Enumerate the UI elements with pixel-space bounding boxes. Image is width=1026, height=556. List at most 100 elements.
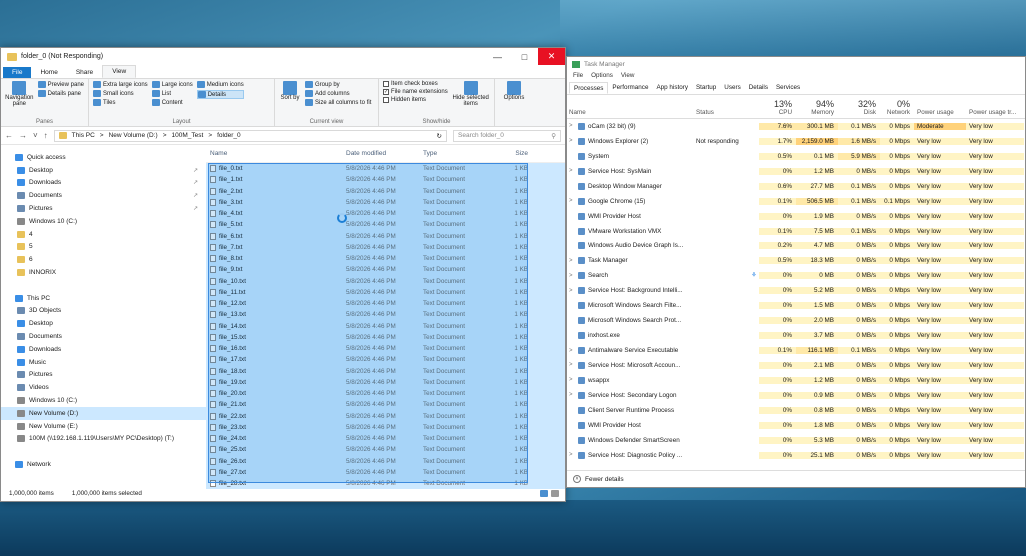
file-row[interactable]: file_1.txt 5/8/2026 4:46 PM Text Document 1… xyxy=(206,174,565,186)
process-row[interactable]: > Service Host: Secondary Logon 0% 0.9 MB 0 … xyxy=(567,388,1025,403)
process-row[interactable]: Microsoft Windows Search Prot... 0% 2.0 MB… xyxy=(567,313,1025,328)
process-row[interactable]: > oCam (32 bit) (9) 7.6% 300.1 MB 0.1 MB/s 0 … xyxy=(567,119,1025,134)
tab-startup[interactable]: Startup xyxy=(692,82,720,94)
process-row[interactable]: Desktop Window Manager 0.6% 27.7 MB 0.1 MB/… xyxy=(567,179,1025,194)
nav-item[interactable]: Documents xyxy=(1,330,206,343)
tab-services[interactable]: Services xyxy=(772,82,804,94)
up-arrow-icon[interactable]: ↑ xyxy=(44,131,48,140)
chevron-right-icon[interactable]: > xyxy=(569,377,575,383)
file-row[interactable]: file_18.txt 5/8/2026 4:46 PM Text Document… xyxy=(206,365,565,377)
hide-selected-button[interactable]: Hide selected items xyxy=(452,81,490,117)
item-checkboxes-toggle[interactable]: Item check boxes xyxy=(383,81,448,87)
column-network[interactable]: 0% Network xyxy=(880,99,914,118)
details-pane-button[interactable]: Details pane xyxy=(37,90,84,97)
nav-item[interactable]: Pictures xyxy=(1,369,206,382)
process-row[interactable]: > Antimalware Service Executable 0.1% 116.1… xyxy=(567,343,1025,358)
group-by-button[interactable]: Group by xyxy=(305,81,371,88)
address-bar[interactable]: This PC > New Volume (D:) > 100M_Test > fol… xyxy=(53,129,447,142)
process-row[interactable]: Microsoft Windows Search Filte... 0% 1.5 M… xyxy=(567,298,1025,313)
refresh-icon[interactable]: ↻ xyxy=(437,132,442,140)
breadcrumb-volume[interactable]: New Volume (D:) xyxy=(109,132,158,139)
nav-item[interactable]: Desktop xyxy=(1,317,206,330)
column-memory[interactable]: 94% Memory xyxy=(796,99,838,118)
chevron-right-icon[interactable]: > xyxy=(569,288,575,294)
nav-item[interactable]: 6 xyxy=(1,253,206,266)
size-all-columns-button[interactable]: Size all columns to fit xyxy=(305,99,371,106)
file-row[interactable]: file_23.txt 5/8/2026 4:46 PM Text Document… xyxy=(206,421,565,433)
process-row[interactable]: inxhost.exe 0% 3.7 MB 0 MB/s 0 Mbps Very low V… xyxy=(567,328,1025,343)
file-row[interactable]: file_27.txt 5/8/2026 4:46 PM Text Document… xyxy=(206,466,565,478)
chevron-right-icon[interactable]: > xyxy=(569,273,575,279)
process-row[interactable]: > Windows Explorer (2) Not responding 1.7% 2… xyxy=(567,134,1025,149)
breadcrumb-folder[interactable]: folder_0 xyxy=(217,132,241,139)
file-row[interactable]: file_6.txt 5/8/2026 4:46 PM Text Document 1… xyxy=(206,230,565,242)
file-row[interactable]: file_26.txt 5/8/2026 4:46 PM Text Document… xyxy=(206,455,565,467)
file-row[interactable]: file_2.txt 5/8/2026 4:46 PM Text Document 1… xyxy=(206,185,565,197)
sort-by-button[interactable]: Sort by xyxy=(279,81,301,117)
nav-item[interactable]: Music xyxy=(1,356,206,369)
recent-chevron-icon[interactable]: ˅ xyxy=(33,131,38,140)
file-row[interactable]: file_15.txt 5/8/2026 4:46 PM Text Document… xyxy=(206,331,565,343)
process-row[interactable]: VMware Workstation VMX 0.1% 7.5 MB 0.1 MB/s… xyxy=(567,224,1025,239)
file-row[interactable]: file_25.txt 5/8/2026 4:46 PM Text Document… xyxy=(206,444,565,456)
chevron-right-icon[interactable]: > xyxy=(569,138,575,144)
nav-item[interactable]: INNORIX xyxy=(1,266,206,279)
add-columns-button[interactable]: Add columns xyxy=(305,90,371,97)
file-row[interactable]: file_24.txt 5/8/2026 4:46 PM Text Document… xyxy=(206,433,565,445)
details-option[interactable]: Details xyxy=(196,90,244,99)
chevron-right-icon[interactable]: > xyxy=(569,452,575,458)
nav-item[interactable]: Network xyxy=(1,458,206,471)
chevron-right-icon[interactable]: > xyxy=(569,198,575,204)
nav-item[interactable]: 5 xyxy=(1,241,206,254)
fewer-details-link[interactable]: Fewer details xyxy=(585,476,624,483)
process-row[interactable]: WMI Provider Host 0% 1.8 MB 0 MB/s 0 Mbps Ver… xyxy=(567,418,1025,433)
nav-item[interactable]: 100M (\\192.168.1.119\Users\MY PC\Deskto… xyxy=(1,433,206,446)
column-name-header[interactable]: Name xyxy=(206,150,346,157)
nav-item[interactable]: Windows 10 (C:) xyxy=(1,215,206,228)
process-row[interactable]: WMI Provider Host 0% 1.9 MB 0 MB/s 0 Mbps Ver… xyxy=(567,209,1025,224)
file-row[interactable]: file_4.txt 5/8/2026 4:46 PM Text Document 1… xyxy=(206,208,565,220)
task-manager-title-bar[interactable]: Task Manager xyxy=(567,57,1025,72)
details-view-icon[interactable] xyxy=(540,490,548,497)
file-row[interactable]: file_20.txt 5/8/2026 4:46 PM Text Document… xyxy=(206,388,565,400)
tiles-option[interactable]: Tiles xyxy=(93,99,148,106)
column-cpu[interactable]: 13% CPU xyxy=(759,99,796,118)
hidden-items-toggle[interactable]: Hidden items xyxy=(383,97,448,103)
breadcrumb-this-pc[interactable]: This PC xyxy=(72,132,95,139)
file-row[interactable]: file_13.txt 5/8/2026 4:46 PM Text Document… xyxy=(206,309,565,321)
menu-options[interactable]: Options xyxy=(591,72,613,82)
file-row[interactable]: file_17.txt 5/8/2026 4:46 PM Text Document… xyxy=(206,354,565,366)
chevron-up-icon[interactable]: ˄ xyxy=(573,475,581,483)
close-button[interactable]: ✕ xyxy=(538,48,565,65)
breadcrumb-test[interactable]: 100M_Test xyxy=(172,132,204,139)
list-option[interactable]: List xyxy=(151,90,193,97)
options-button[interactable]: Options xyxy=(499,81,529,117)
process-row[interactable]: > Google Chrome (15) 0.1% 506.5 MB 0.1 MB/s 0… xyxy=(567,194,1025,209)
file-row[interactable]: file_22.txt 5/8/2026 4:46 PM Text Document… xyxy=(206,410,565,422)
file-row[interactable]: file_10.txt 5/8/2026 4:46 PM Text Document… xyxy=(206,275,565,287)
menu-view[interactable]: View xyxy=(621,72,635,82)
forward-arrow-icon[interactable]: → xyxy=(19,131,27,140)
tab-processes[interactable]: Processes xyxy=(569,82,609,94)
file-row[interactable]: file_14.txt 5/8/2026 4:46 PM Text Document… xyxy=(206,320,565,332)
tab-app-history[interactable]: App history xyxy=(652,82,692,94)
menu-file[interactable]: File xyxy=(573,72,583,82)
column-status[interactable]: Status xyxy=(694,109,759,118)
process-row[interactable]: > Service Host: SysMain 0% 1.2 MB 0 MB/s 0 Mb… xyxy=(567,164,1025,179)
nav-item[interactable]: 3D Objects xyxy=(1,305,206,318)
process-row[interactable]: > Task Manager 0.5% 18.3 MB 0 MB/s 0 Mbps Very… xyxy=(567,253,1025,268)
chevron-right-icon[interactable]: > xyxy=(569,392,575,398)
file-extensions-toggle[interactable]: ✓ File name extensions xyxy=(383,89,448,95)
column-size-header[interactable]: Size xyxy=(486,150,534,157)
chevron-right-icon[interactable]: > xyxy=(569,362,575,368)
nav-item[interactable]: Documents ↗ xyxy=(1,189,206,202)
tab-file[interactable]: File xyxy=(3,67,32,78)
process-row[interactable]: Windows Defender SmartScreen 0% 5.3 MB 0 MB… xyxy=(567,433,1025,448)
column-disk[interactable]: 32% Disk xyxy=(838,99,880,118)
chevron-right-icon[interactable]: > xyxy=(569,168,575,174)
file-row[interactable]: file_0.txt 5/8/2026 4:46 PM Text Document 1… xyxy=(206,163,565,175)
process-row[interactable]: > wsappx 0% 1.2 MB 0 MB/s 0 Mbps Very low Very … xyxy=(567,373,1025,388)
tab-details[interactable]: Details xyxy=(745,82,772,94)
process-row[interactable]: Client Server Runtime Process 0% 0.8 MB 0 M… xyxy=(567,403,1025,418)
chevron-right-icon[interactable]: > xyxy=(569,348,575,354)
